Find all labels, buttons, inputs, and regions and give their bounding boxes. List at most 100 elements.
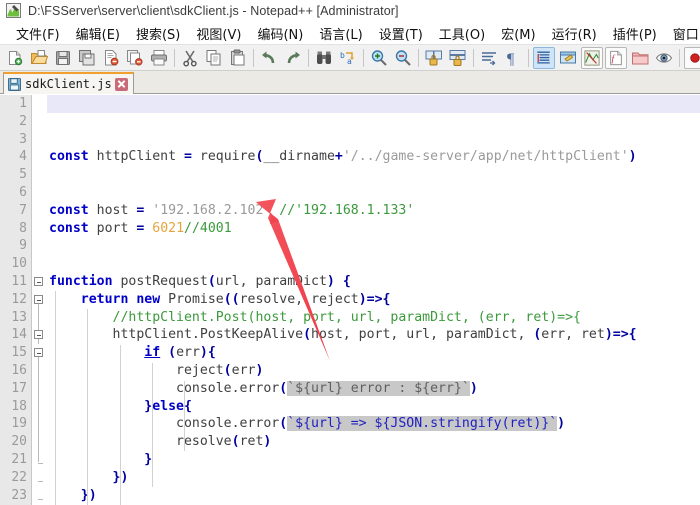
indent-guide	[120, 345, 121, 505]
code-line-13[interactable]: //httpClient.Post(host, port, url, param…	[47, 309, 700, 327]
redo-arrow-icon[interactable]	[282, 47, 304, 69]
line-number: 21	[0, 451, 31, 469]
code-line-20[interactable]: resolve(ret)	[47, 433, 700, 451]
code-line-22[interactable]: })	[47, 469, 700, 487]
line-number: 2	[0, 113, 31, 131]
fold-toggle-line-12[interactable]	[34, 295, 43, 304]
menu-file[interactable]: 文件(F)	[8, 23, 68, 44]
menu-settings[interactable]: 设置(T)	[371, 23, 431, 44]
code-line-17[interactable]: console.error(`${url} error : ${err}`)	[47, 380, 700, 398]
fold-margin[interactable]	[32, 95, 47, 505]
menu-window[interactable]: 窗口	[665, 23, 700, 44]
code-line-23[interactable]: })	[47, 487, 700, 505]
toolbar-separator	[308, 49, 309, 67]
line-number: 10	[0, 255, 31, 273]
replace-icon[interactable]: b a	[337, 47, 359, 69]
menu-plugins[interactable]: 插件(P)	[605, 23, 665, 44]
fold-toggle-line-14[interactable]	[34, 330, 43, 339]
folder-as-workspace-icon[interactable]	[629, 47, 651, 69]
code-line-9[interactable]	[47, 237, 700, 255]
toolbar-separator	[363, 49, 364, 67]
code-line-18[interactable]: }else{	[47, 398, 700, 416]
tab-label: sdkClient.js	[25, 77, 112, 91]
sync-scroll-v-icon[interactable]	[423, 47, 445, 69]
menu-language[interactable]: 语言(L)	[311, 23, 370, 44]
fold-line-connector	[38, 357, 39, 462]
code-line-3[interactable]	[47, 131, 700, 149]
code-line-14[interactable]: httpClient.PostKeepAlive(host, port, url…	[47, 326, 700, 344]
show-pilcrow-icon[interactable]: ¶	[502, 47, 524, 69]
code-line-19[interactable]: console.error(`${url} => ${JSON.stringif…	[47, 415, 700, 433]
code-line-7[interactable]: const host = '192.168.2.102' //'192.168.…	[47, 202, 700, 220]
undo-arrow-icon[interactable]	[258, 47, 280, 69]
code-line-12[interactable]: return new Promise((resolve, reject)=>{	[47, 291, 700, 309]
code-canvas[interactable]: const httpClient = require(__dirname+'/.…	[47, 95, 700, 505]
line-number: 20	[0, 433, 31, 451]
line-number: 22	[0, 469, 31, 487]
sync-scroll-h-icon[interactable]	[447, 47, 469, 69]
fold-line-end	[38, 463, 43, 464]
menu-encoding[interactable]: 编码(N)	[249, 23, 311, 44]
new-file-icon[interactable]	[4, 47, 26, 69]
word-wrap-icon[interactable]	[478, 47, 500, 69]
close-file-icon[interactable]	[100, 47, 122, 69]
toolbar: b a	[0, 44, 700, 71]
line-number: 1	[0, 95, 31, 113]
code-line-16[interactable]: reject(err)	[47, 362, 700, 380]
close-all-icon[interactable]	[124, 47, 146, 69]
close-tab-icon[interactable]	[115, 78, 128, 91]
find-binoculars-icon[interactable]	[313, 47, 335, 69]
tab-sdkclient-js[interactable]: sdkClient.js	[3, 72, 134, 94]
doc-map-icon[interactable]	[581, 47, 603, 69]
zoom-out-icon[interactable]	[392, 47, 414, 69]
code-line-15[interactable]: if (err){	[47, 344, 700, 362]
line-number: 14	[0, 326, 31, 344]
code-line-10[interactable]	[47, 255, 700, 273]
fold-toggle-line-11[interactable]	[34, 277, 43, 286]
code-line-8[interactable]: const port = 6021//4001	[47, 220, 700, 238]
menu-tools[interactable]: 工具(O)	[431, 23, 493, 44]
cut-scissors-icon[interactable]	[179, 47, 201, 69]
save-icon[interactable]	[52, 47, 74, 69]
line-number: 15	[0, 344, 31, 362]
fold-line-end	[38, 481, 43, 482]
toolbar-separator	[174, 49, 175, 67]
code-line-21[interactable]: }	[47, 451, 700, 469]
indent-guide	[152, 363, 153, 487]
user-define-dialog-icon[interactable]	[557, 47, 579, 69]
tab-bar: sdkClient.js	[0, 71, 700, 94]
save-all-icon[interactable]	[76, 47, 98, 69]
code-line-11[interactable]: function postRequest(url, paramDict) {	[47, 273, 700, 291]
toolbar-separator	[679, 49, 680, 67]
copy-icon[interactable]	[203, 47, 225, 69]
record-macro-icon[interactable]	[684, 47, 700, 69]
line-number: 23	[0, 487, 31, 505]
code-editor[interactable]: 1 2 3 4 5 6 7 8 9 10 11 12 13 14 15 16 1…	[0, 95, 700, 505]
title-bar: D:\FSServer\server\client\sdkClient.js -…	[0, 0, 700, 22]
window-title: D:\FSServer\server\client\sdkClient.js -…	[28, 4, 399, 18]
indent-guide	[55, 291, 56, 505]
print-icon[interactable]	[148, 47, 170, 69]
function-list-icon[interactable]: f	[605, 47, 627, 69]
line-number: 12	[0, 291, 31, 309]
paste-icon[interactable]	[227, 47, 249, 69]
eye-monitoring-icon[interactable]	[653, 47, 675, 69]
indent-guide-icon[interactable]	[533, 47, 555, 69]
zoom-in-icon[interactable]	[368, 47, 390, 69]
code-line-6[interactable]	[47, 184, 700, 202]
line-number-gutter: 1 2 3 4 5 6 7 8 9 10 11 12 13 14 15 16 1…	[0, 95, 32, 505]
menu-macro[interactable]: 宏(M)	[493, 23, 543, 44]
code-line-1[interactable]	[47, 95, 700, 113]
toolbar-separator	[418, 49, 419, 67]
open-folder-icon[interactable]	[28, 47, 50, 69]
line-number: 8	[0, 220, 31, 238]
fold-toggle-line-15[interactable]	[34, 348, 43, 357]
menu-view[interactable]: 视图(V)	[188, 23, 249, 44]
menu-edit[interactable]: 编辑(E)	[68, 23, 128, 44]
toolbar-separator	[253, 49, 254, 67]
menu-run[interactable]: 运行(R)	[544, 23, 605, 44]
code-line-5[interactable]	[47, 166, 700, 184]
code-line-4[interactable]: const httpClient = require(__dirname+'/.…	[47, 148, 700, 166]
code-line-2[interactable]	[47, 113, 700, 131]
menu-search[interactable]: 搜索(S)	[128, 23, 188, 44]
